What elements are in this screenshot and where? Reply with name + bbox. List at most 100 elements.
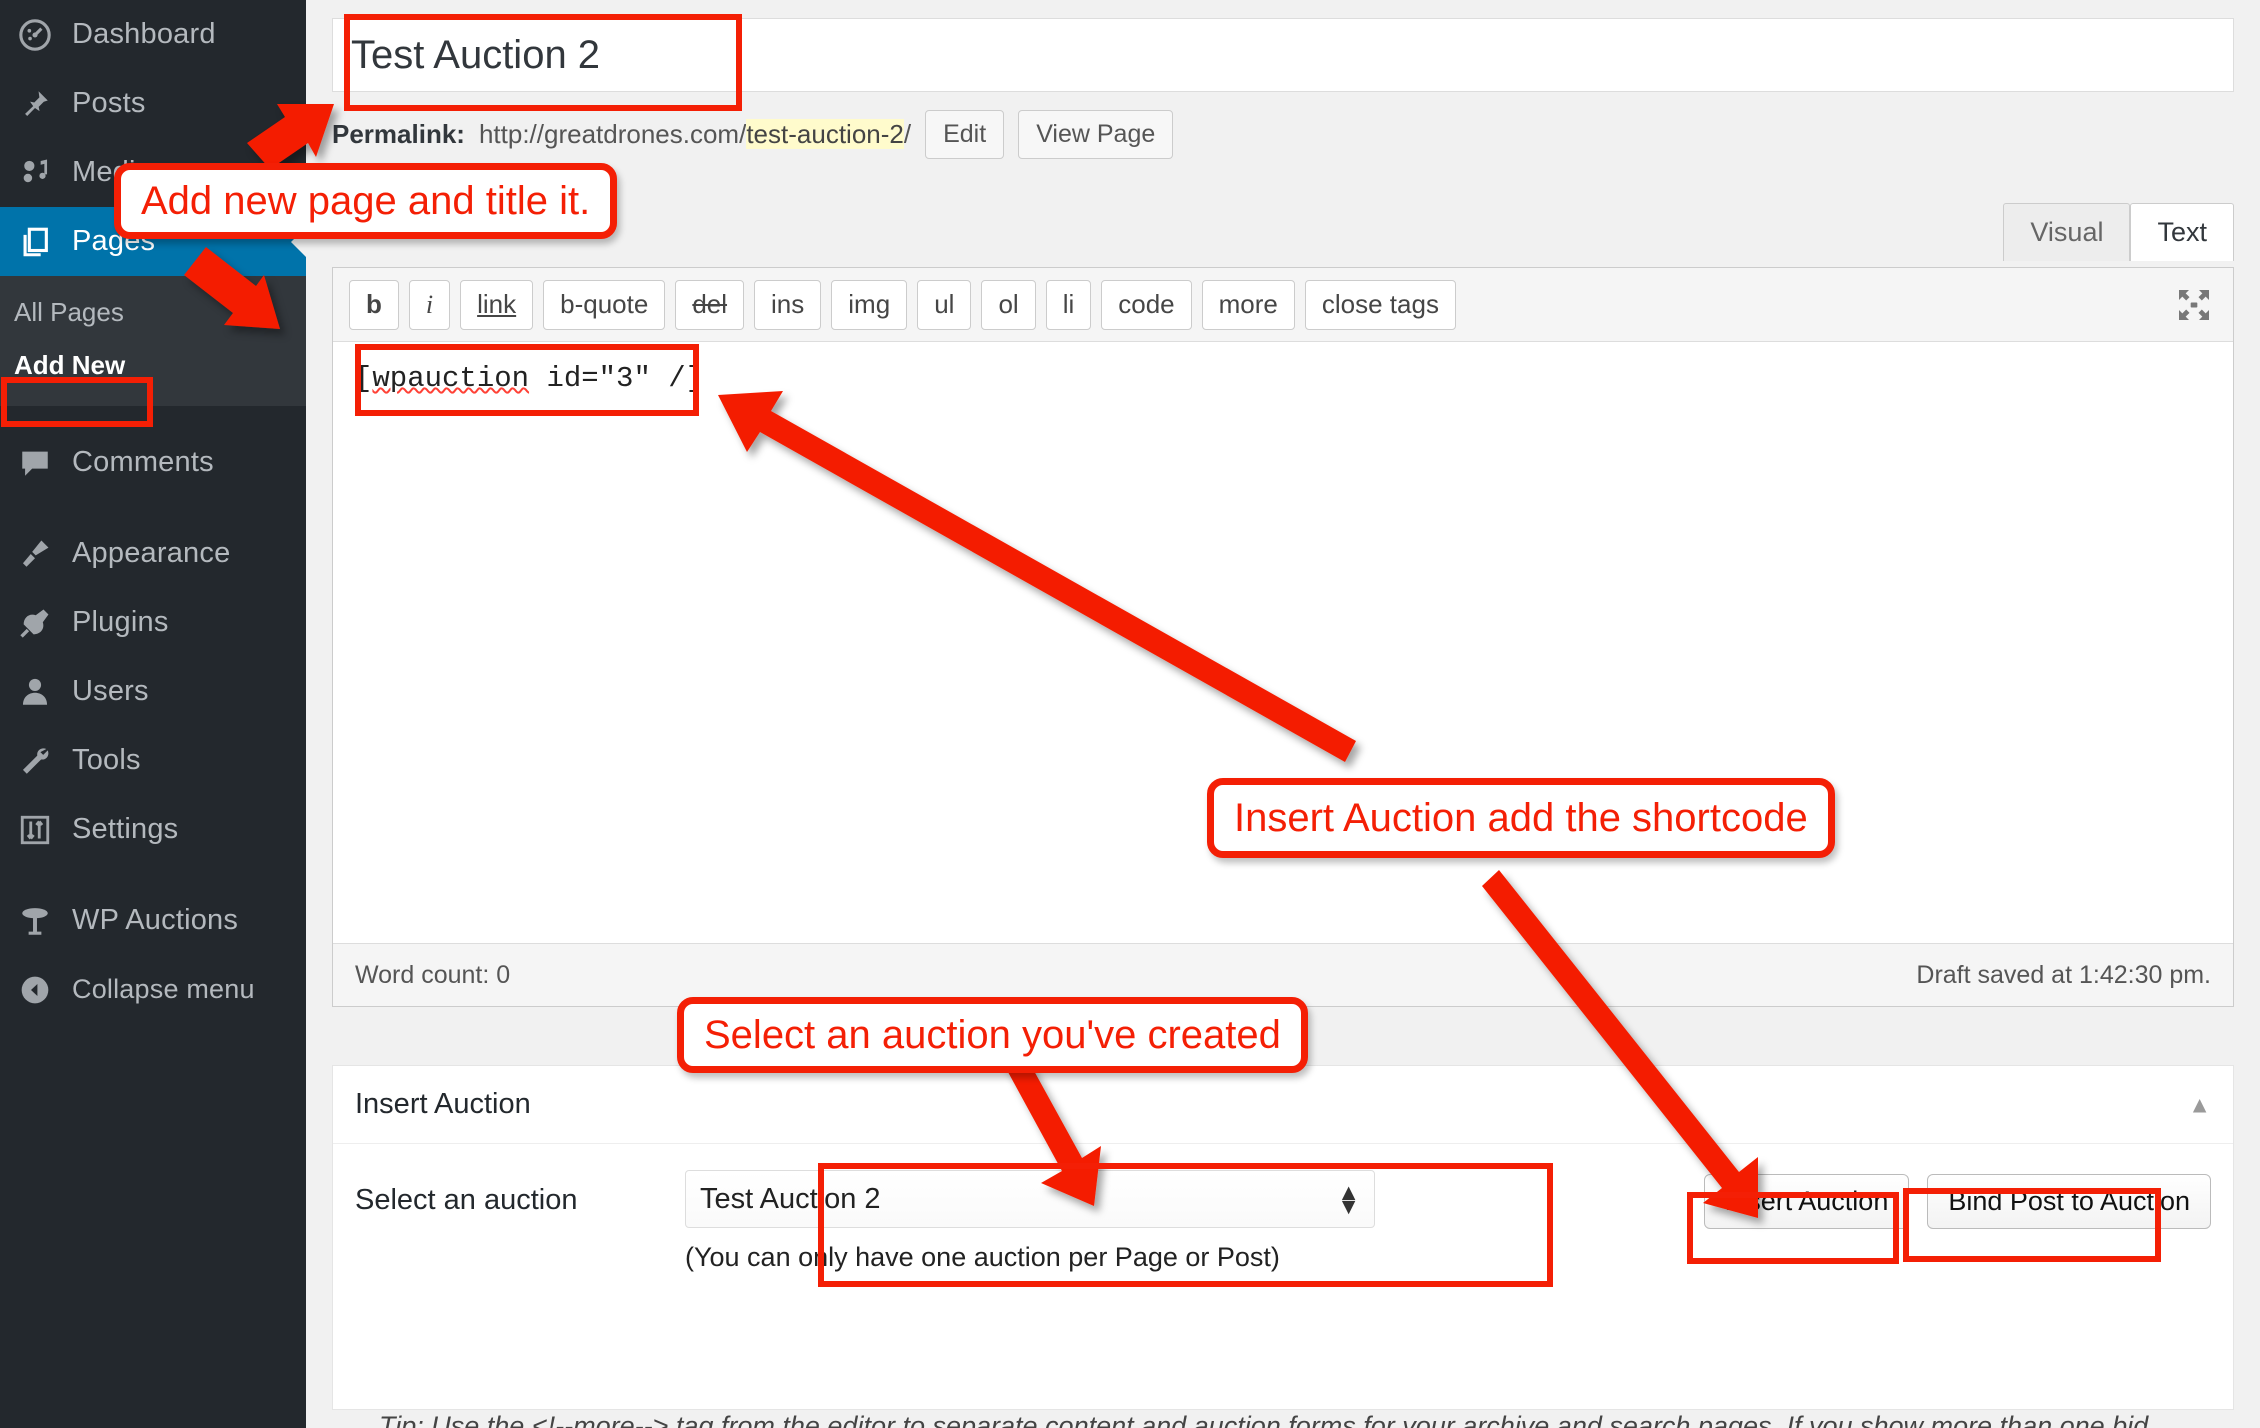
- sidebar-divider: [0, 406, 306, 428]
- quicktag-img[interactable]: img: [831, 279, 908, 330]
- sidebar-item-all-pages[interactable]: All Pages: [0, 286, 306, 339]
- auction-action-buttons: Insert Auction Bind Post to Auction: [1703, 1174, 2211, 1229]
- title-field-wrap: [306, 0, 2260, 92]
- select-auction-label: Select an auction: [355, 1184, 578, 1216]
- sidebar-item-label: Appearance: [72, 537, 231, 569]
- sidebar-item-appearance[interactable]: Appearance: [0, 519, 306, 588]
- quicktag-del[interactable]: del: [675, 279, 745, 330]
- tab-text[interactable]: Text: [2130, 203, 2234, 261]
- media-icon: [8, 156, 62, 190]
- sidebar-item-dashboard[interactable]: Dashboard: [0, 0, 306, 69]
- collapse-triangle-icon[interactable]: ▲: [2188, 1091, 2211, 1118]
- pages-submenu: All Pages Add New: [0, 276, 306, 406]
- sidebar-item-label: Dashboard: [72, 18, 216, 50]
- word-count: Word count: 0: [355, 960, 511, 989]
- shortcode-prefix: [: [355, 362, 373, 395]
- sidebar-item-users[interactable]: Users: [0, 657, 306, 726]
- paintbrush-icon: [8, 537, 62, 571]
- select-auction-column: Test Auction 2 ▲ ▼ (You can only have one…: [685, 1170, 1375, 1273]
- collapse-menu-button[interactable]: Collapse menu: [0, 955, 306, 1024]
- quicktag-ol[interactable]: ol: [981, 279, 1036, 330]
- quicktag-li[interactable]: li: [1045, 279, 1092, 330]
- quicktag-more[interactable]: more: [1201, 279, 1295, 330]
- quicktag-b-quote[interactable]: b-quote: [543, 279, 666, 330]
- pages-icon: [8, 225, 62, 259]
- collapse-menu-label: Collapse menu: [72, 974, 255, 1004]
- editor-status-bar: Word count: 0 Draft saved at 1:42:30 pm.: [333, 943, 2233, 1006]
- shortcode-suffix: id="3" /]: [529, 362, 704, 395]
- sidebar-item-label: Comments: [72, 446, 214, 478]
- quicktag-code[interactable]: code: [1101, 279, 1192, 330]
- quicktag-i[interactable]: i: [408, 279, 451, 330]
- content-editor: b i link b-quote del ins img ul ol li co…: [332, 267, 2234, 1007]
- editor-mode-tabs: Visual Text: [2003, 203, 2234, 261]
- sidebar-item-pages[interactable]: Pages: [0, 207, 307, 276]
- sidebar-item-tools[interactable]: Tools: [0, 726, 306, 795]
- collapse-arrow-icon: [8, 974, 62, 1006]
- metabox-body: Select an auction Test Auction 2 ▲ ▼ (You…: [333, 1144, 2233, 1428]
- quicktag-ul[interactable]: ul: [917, 279, 972, 330]
- wrench-icon: [8, 744, 62, 778]
- permalink-slug: test-auction-2: [746, 119, 904, 149]
- sidebar-item-media[interactable]: Media: [0, 138, 306, 207]
- select-auction-value: Test Auction 2: [700, 1182, 881, 1215]
- add-media-button[interactable]: Add Media: [332, 181, 540, 235]
- permalink-trailing-slash: /: [903, 119, 912, 149]
- sidebar-item-label: Posts: [72, 87, 146, 119]
- user-icon: [8, 675, 62, 709]
- permalink-base: http://greatdrones.com/: [478, 119, 747, 149]
- permalink-label: Permalink:: [332, 119, 465, 149]
- media-button-row: Add Media: [306, 159, 2260, 235]
- insert-auction-metabox: Insert Auction ▲ Select an auction Test …: [332, 1065, 2234, 1428]
- comments-icon: [8, 446, 62, 480]
- sidebar-subitem-label: All Pages: [14, 297, 124, 327]
- permalink-url: http://greatdrones.com/test-auction-2/: [479, 119, 911, 150]
- draft-saved-status: Draft saved at 1:42:30 pm.: [1916, 960, 2211, 989]
- sidebar-item-label: Media: [72, 156, 152, 188]
- sidebar-item-label: Plugins: [72, 606, 169, 638]
- admin-sidebar: Dashboard Posts Media Pages All Pages Ad…: [0, 0, 307, 1428]
- permalink-edit-button[interactable]: Edit: [925, 110, 1005, 159]
- sidebar-item-label: Pages: [72, 225, 156, 257]
- sidebar-item-add-new[interactable]: Add New: [0, 339, 306, 392]
- metabox-header: Insert Auction ▲: [333, 1066, 2233, 1144]
- plug-icon: [8, 606, 62, 640]
- metabox-tip-text: Tip: Use the <!--more--> tag from the ed…: [379, 1411, 2149, 1428]
- settings-icon: [8, 813, 62, 847]
- page-title-input[interactable]: [332, 18, 2234, 92]
- screen: Dashboard Posts Media Pages All Pages Ad…: [0, 0, 2260, 1428]
- fullscreen-icon[interactable]: [2155, 268, 2233, 342]
- sidebar-subitem-label: Add New: [14, 350, 126, 380]
- insert-auction-button[interactable]: Insert Auction: [1703, 1174, 1910, 1229]
- sidebar-item-label: Settings: [72, 813, 179, 845]
- shortcode-text: [wpauction id="3" /]: [355, 362, 703, 395]
- permalink-row: Permalink: http://greatdrones.com/test-a…: [306, 92, 2260, 159]
- quicktag-link[interactable]: link: [460, 279, 534, 330]
- select-auction-note: (You can only have one auction per Page …: [685, 1242, 1280, 1272]
- dashboard-icon: [8, 18, 62, 52]
- gavel-icon: [8, 904, 62, 938]
- sidebar-item-posts[interactable]: Posts: [0, 69, 306, 138]
- tab-visual[interactable]: Visual: [2003, 203, 2131, 261]
- sidebar-item-comments[interactable]: Comments: [0, 428, 306, 497]
- sidebar-item-settings[interactable]: Settings: [0, 795, 306, 864]
- quicktag-ins[interactable]: ins: [754, 279, 822, 330]
- sidebar-item-plugins[interactable]: Plugins: [0, 588, 306, 657]
- sidebar-divider: [0, 497, 306, 519]
- shortcode-misspelled-word: wpauction: [372, 362, 530, 395]
- main-content: Permalink: http://greatdrones.com/test-a…: [306, 0, 2260, 1428]
- sidebar-item-label: Users: [72, 675, 149, 707]
- view-page-button[interactable]: View Page: [1018, 110, 1174, 159]
- sidebar-divider: [0, 864, 306, 886]
- sidebar-item-label: WP Auctions: [72, 904, 239, 936]
- chevron-updown-icon: ▲ ▼: [1337, 1178, 1360, 1219]
- pin-icon: [8, 87, 62, 121]
- select-auction-dropdown[interactable]: Test Auction 2 ▲ ▼: [685, 1170, 1375, 1228]
- quicktag-b[interactable]: b: [349, 279, 399, 330]
- metabox-title: Insert Auction: [355, 1088, 531, 1120]
- sidebar-item-wp-auctions[interactable]: WP Auctions: [0, 886, 306, 955]
- quicktags-toolbar: b i link b-quote del ins img ul ol li co…: [333, 268, 2233, 342]
- quicktag-close-tags[interactable]: close tags: [1304, 279, 1456, 330]
- content-textarea[interactable]: [wpauction id="3" /]: [333, 342, 2233, 942]
- bind-post-to-auction-button[interactable]: Bind Post to Auction: [1927, 1174, 2211, 1229]
